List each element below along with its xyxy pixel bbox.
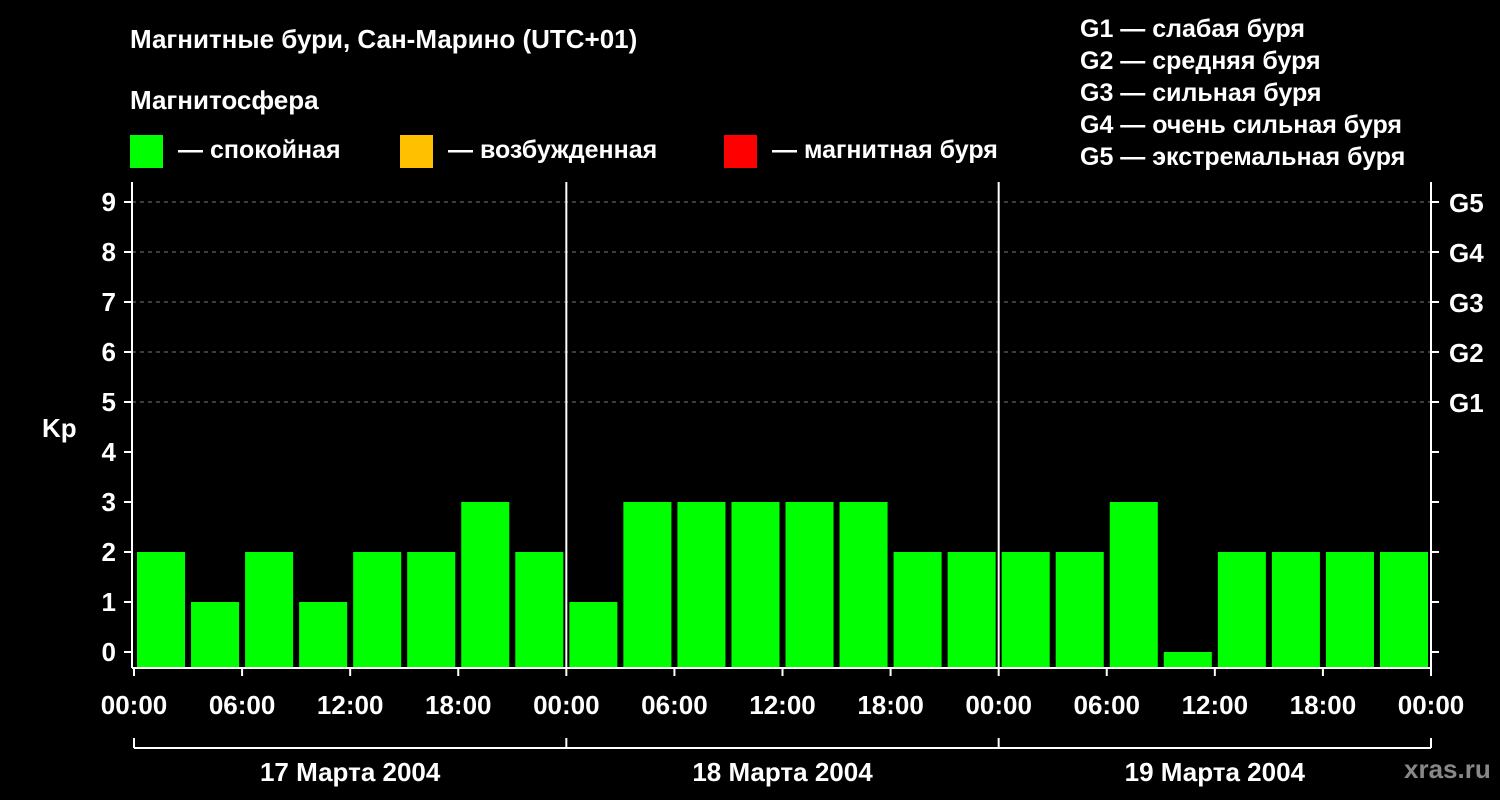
- g-scale-item-g2: G2 — средняя буря: [1080, 47, 1321, 75]
- day-label: 17 Марта 2004: [260, 757, 441, 787]
- x-tick-label: 06:00: [209, 690, 276, 720]
- day-label: 19 Марта 2004: [1125, 757, 1306, 787]
- g-scale-item-g4: G4 — очень сильная буря: [1080, 111, 1402, 139]
- day-label: 18 Марта 2004: [692, 757, 873, 787]
- y-tick-label: 8: [102, 237, 116, 267]
- bar: [407, 552, 456, 668]
- x-tick-label: 00:00: [101, 690, 168, 720]
- bar: [1325, 552, 1374, 668]
- bar: [947, 552, 996, 668]
- g-tick-label: G2: [1449, 338, 1484, 368]
- x-tick-label: 00:00: [965, 690, 1032, 720]
- legend-label-quiet: — спокойная: [178, 136, 341, 164]
- legend-label-storm: — магнитная буря: [772, 136, 998, 164]
- g-tick-label: G1: [1449, 388, 1484, 418]
- bar: [1055, 552, 1104, 668]
- g-scale-item-g5: G5 — экстремальная буря: [1080, 143, 1405, 171]
- legend-swatch-storm: [724, 135, 757, 168]
- activity-legend: — спокойная — возбужденная — магнитная б…: [130, 135, 998, 168]
- bar: [1001, 552, 1050, 668]
- x-tick-label: 18:00: [1290, 690, 1357, 720]
- legend-label-disturbed: — возбужденная: [448, 136, 657, 164]
- g-tick-label: G3: [1449, 288, 1484, 318]
- x-tick-label: 12:00: [749, 690, 816, 720]
- g-tick-label: G4: [1449, 238, 1484, 268]
- x-tick-label: 18:00: [425, 690, 492, 720]
- y-tick-label: 0: [102, 637, 116, 667]
- y-tick-label: 3: [102, 487, 116, 517]
- y-tick-label: 4: [102, 437, 117, 467]
- y-tick-label: 6: [102, 337, 116, 367]
- bar: [1163, 652, 1212, 668]
- bar: [623, 502, 672, 668]
- g-scale-item-g1: G1 — слабая буря: [1080, 15, 1305, 43]
- x-tick-label: 06:00: [641, 690, 708, 720]
- y-tick-label: 5: [102, 387, 116, 417]
- bar: [731, 502, 780, 668]
- bar: [1271, 552, 1320, 668]
- bar: [1379, 552, 1428, 668]
- y-tick-label: 9: [102, 187, 116, 217]
- bar: [353, 552, 402, 668]
- bar: [569, 602, 618, 668]
- bar: [785, 502, 834, 668]
- y-tick-label: 7: [102, 287, 116, 317]
- bar: [677, 502, 726, 668]
- chart-title: Магнитные бури, Сан-Марино (UTC+01): [130, 24, 637, 54]
- legend-swatch-quiet: [130, 135, 163, 168]
- y-tick-label: 2: [102, 537, 116, 567]
- x-tick-label: 12:00: [1182, 690, 1249, 720]
- bar: [137, 552, 186, 668]
- g-tick-label: G5: [1449, 188, 1484, 218]
- bar: [191, 602, 240, 668]
- watermark: xras.ru: [1404, 754, 1491, 784]
- bar: [461, 502, 510, 668]
- x-tick-label: 00:00: [533, 690, 600, 720]
- x-tick-label: 18:00: [857, 690, 924, 720]
- x-tick-label: 12:00: [317, 690, 384, 720]
- y-tick-label: 1: [102, 587, 116, 617]
- x-tick-label: 00:00: [1398, 690, 1465, 720]
- bar: [839, 502, 888, 668]
- bar: [299, 602, 348, 668]
- bar: [1217, 552, 1266, 668]
- bar: [893, 552, 942, 668]
- bar: [245, 552, 294, 668]
- legend-title: Магнитосфера: [130, 85, 319, 115]
- legend-swatch-disturbed: [400, 135, 433, 168]
- bar: [515, 552, 564, 668]
- y-axis-label: Kp: [42, 413, 77, 443]
- x-tick-label: 06:00: [1074, 690, 1141, 720]
- bar: [1109, 502, 1158, 668]
- kp-chart: Магнитные бури, Сан-Марино (UTC+01) Магн…: [0, 0, 1500, 800]
- g-scale-item-g3: G3 — сильная буря: [1080, 79, 1322, 107]
